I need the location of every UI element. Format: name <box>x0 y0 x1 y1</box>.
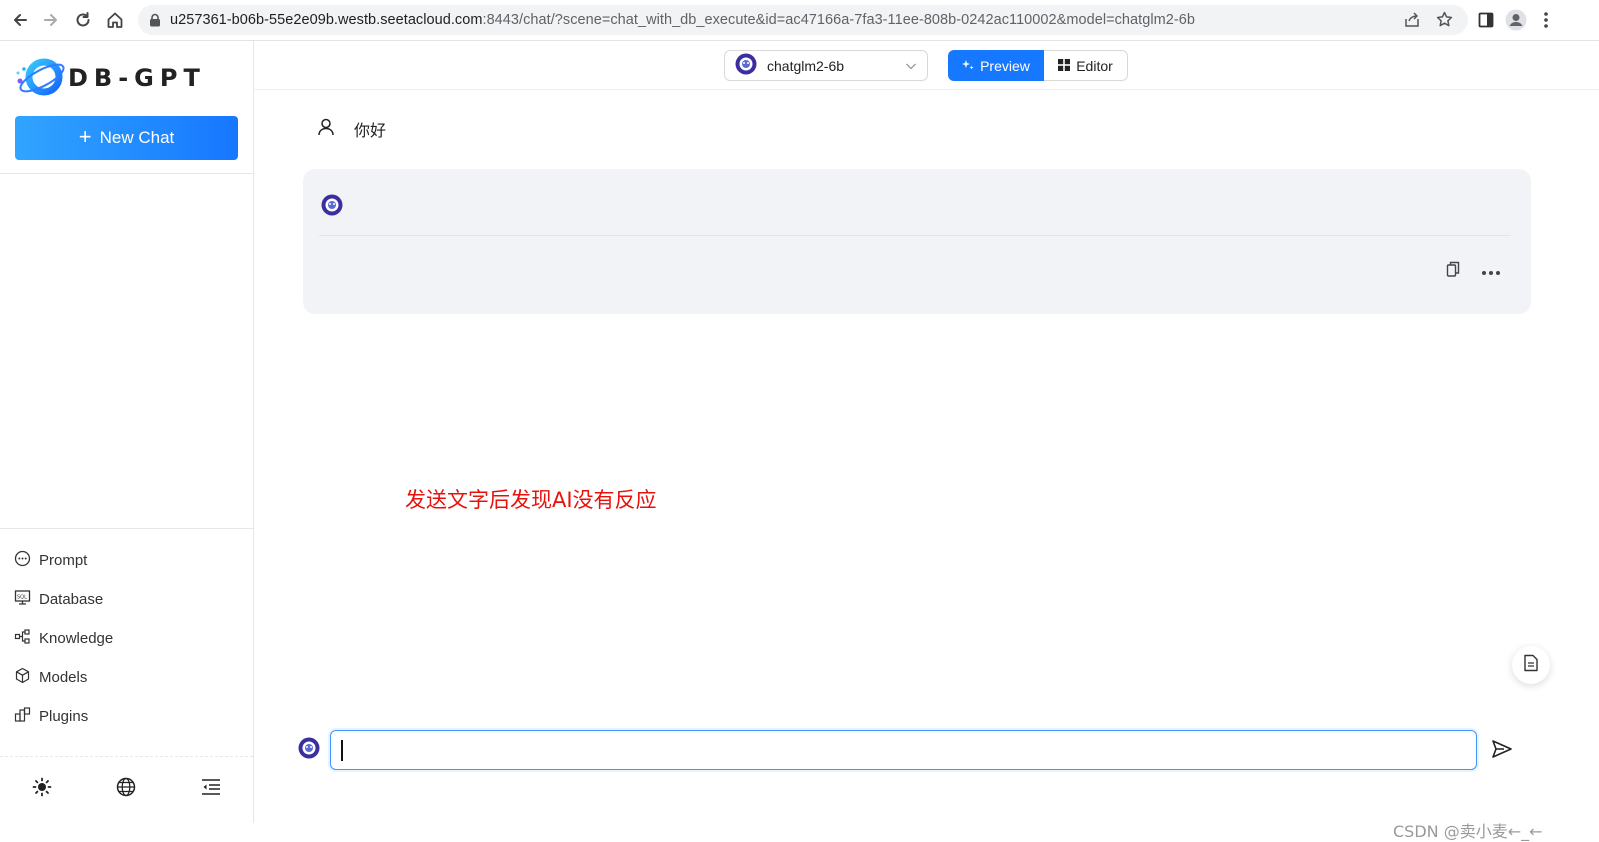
preview-label: Preview <box>980 57 1030 74</box>
language-globe-icon[interactable] <box>113 774 139 800</box>
sidebar-item-label: Prompt <box>39 551 88 569</box>
model-select[interactable]: chatglm2-6b <box>724 50 928 81</box>
forward-arrow-icon[interactable] <box>39 8 63 32</box>
sidebar-item-knowledge[interactable]: Knowledge <box>14 625 113 651</box>
more-icon[interactable] <box>1481 263 1503 279</box>
side-panel-icon[interactable] <box>1474 8 1498 32</box>
sidebar-item-label: Models <box>39 668 88 686</box>
annotation-text: 发送文字后发现AI没有反应 <box>405 488 657 512</box>
model-select-value: chatglm2-6b <box>767 57 845 74</box>
address-bar[interactable]: u257361-b06b-55e2e09b.westb.seetacloud.c… <box>138 5 1468 35</box>
send-icon[interactable] <box>1491 738 1515 762</box>
url-text: u257361-b06b-55e2e09b.westb.seetacloud.c… <box>170 12 1195 28</box>
user-icon <box>318 118 334 141</box>
bookmark-star-icon[interactable] <box>1436 11 1453 33</box>
back-arrow-icon[interactable] <box>8 8 32 32</box>
model-avatar-icon <box>735 53 757 78</box>
ai-card-divider <box>319 235 1511 236</box>
sparkle-icon <box>962 58 974 74</box>
copy-icon[interactable] <box>1445 260 1465 282</box>
new-chat-button[interactable]: + New Chat <box>15 116 238 160</box>
plugin-blocks-icon <box>14 706 31 727</box>
browser-toolbar: u257361-b06b-55e2e09b.westb.seetacloud.c… <box>0 0 1599 41</box>
chat-dots-icon <box>14 550 31 571</box>
sidebar-item-label: Plugins <box>39 707 89 725</box>
sidebar-item-prompt[interactable]: Prompt <box>14 547 87 573</box>
model-avatar-icon <box>321 194 343 221</box>
document-float-button[interactable] <box>1512 646 1550 684</box>
db-gpt-logo[interactable]: DB-GPT <box>14 55 234 101</box>
knowledge-graph-icon <box>14 628 31 649</box>
model-avatar-icon <box>298 737 320 764</box>
chevron-down-icon <box>905 59 917 75</box>
browser-menu-icon[interactable] <box>1534 8 1558 32</box>
text-caret <box>341 740 343 761</box>
editor-label: Editor <box>1076 57 1113 74</box>
sidebar-footer-divider <box>0 756 253 757</box>
database-sql-icon: SQL <box>14 589 31 610</box>
new-chat-label: New Chat <box>99 128 175 147</box>
grid-icon <box>1058 58 1071 74</box>
logo-text: DB-GPT <box>68 64 206 92</box>
sidebar-item-models[interactable]: Models <box>14 664 87 690</box>
main-chat-area: chatglm2-6b Preview Editor 你好 发送文字后发现AI没… <box>254 41 1599 841</box>
theme-sun-icon[interactable] <box>29 774 55 800</box>
preview-tab-button[interactable]: Preview <box>948 50 1044 81</box>
chat-input[interactable] <box>330 730 1477 770</box>
sidebar-item-database[interactable]: SQL Database <box>14 586 103 612</box>
document-icon <box>1523 654 1539 677</box>
user-message-text: 你好 <box>354 123 387 140</box>
profile-avatar-icon[interactable] <box>1504 8 1528 32</box>
sidebar-item-label: Knowledge <box>39 629 114 647</box>
svg-text:SQL: SQL <box>17 594 27 600</box>
sidebar-item-label: Database <box>39 590 104 608</box>
plus-icon: + <box>78 124 92 149</box>
user-message: 你好 <box>318 116 386 142</box>
editor-tab-button[interactable]: Editor <box>1044 50 1128 81</box>
lock-icon <box>149 13 161 32</box>
share-icon[interactable] <box>1404 12 1421 33</box>
home-icon[interactable] <box>103 8 127 32</box>
reload-icon[interactable] <box>71 8 95 32</box>
sidebar-divider-bottom <box>0 528 253 529</box>
sidebar: DB-GPT + New Chat Prompt SQL Database Kn… <box>0 41 254 823</box>
watermark: CSDN @卖小麦←_← <box>1393 822 1543 841</box>
chat-topbar: chatglm2-6b Preview Editor <box>254 41 1599 90</box>
sidebar-divider-top <box>0 173 253 174</box>
cube-icon <box>14 667 31 688</box>
ai-response-card <box>303 169 1531 314</box>
collapse-menu-icon[interactable] <box>198 774 224 800</box>
sidebar-item-plugins[interactable]: Plugins <box>14 703 88 729</box>
